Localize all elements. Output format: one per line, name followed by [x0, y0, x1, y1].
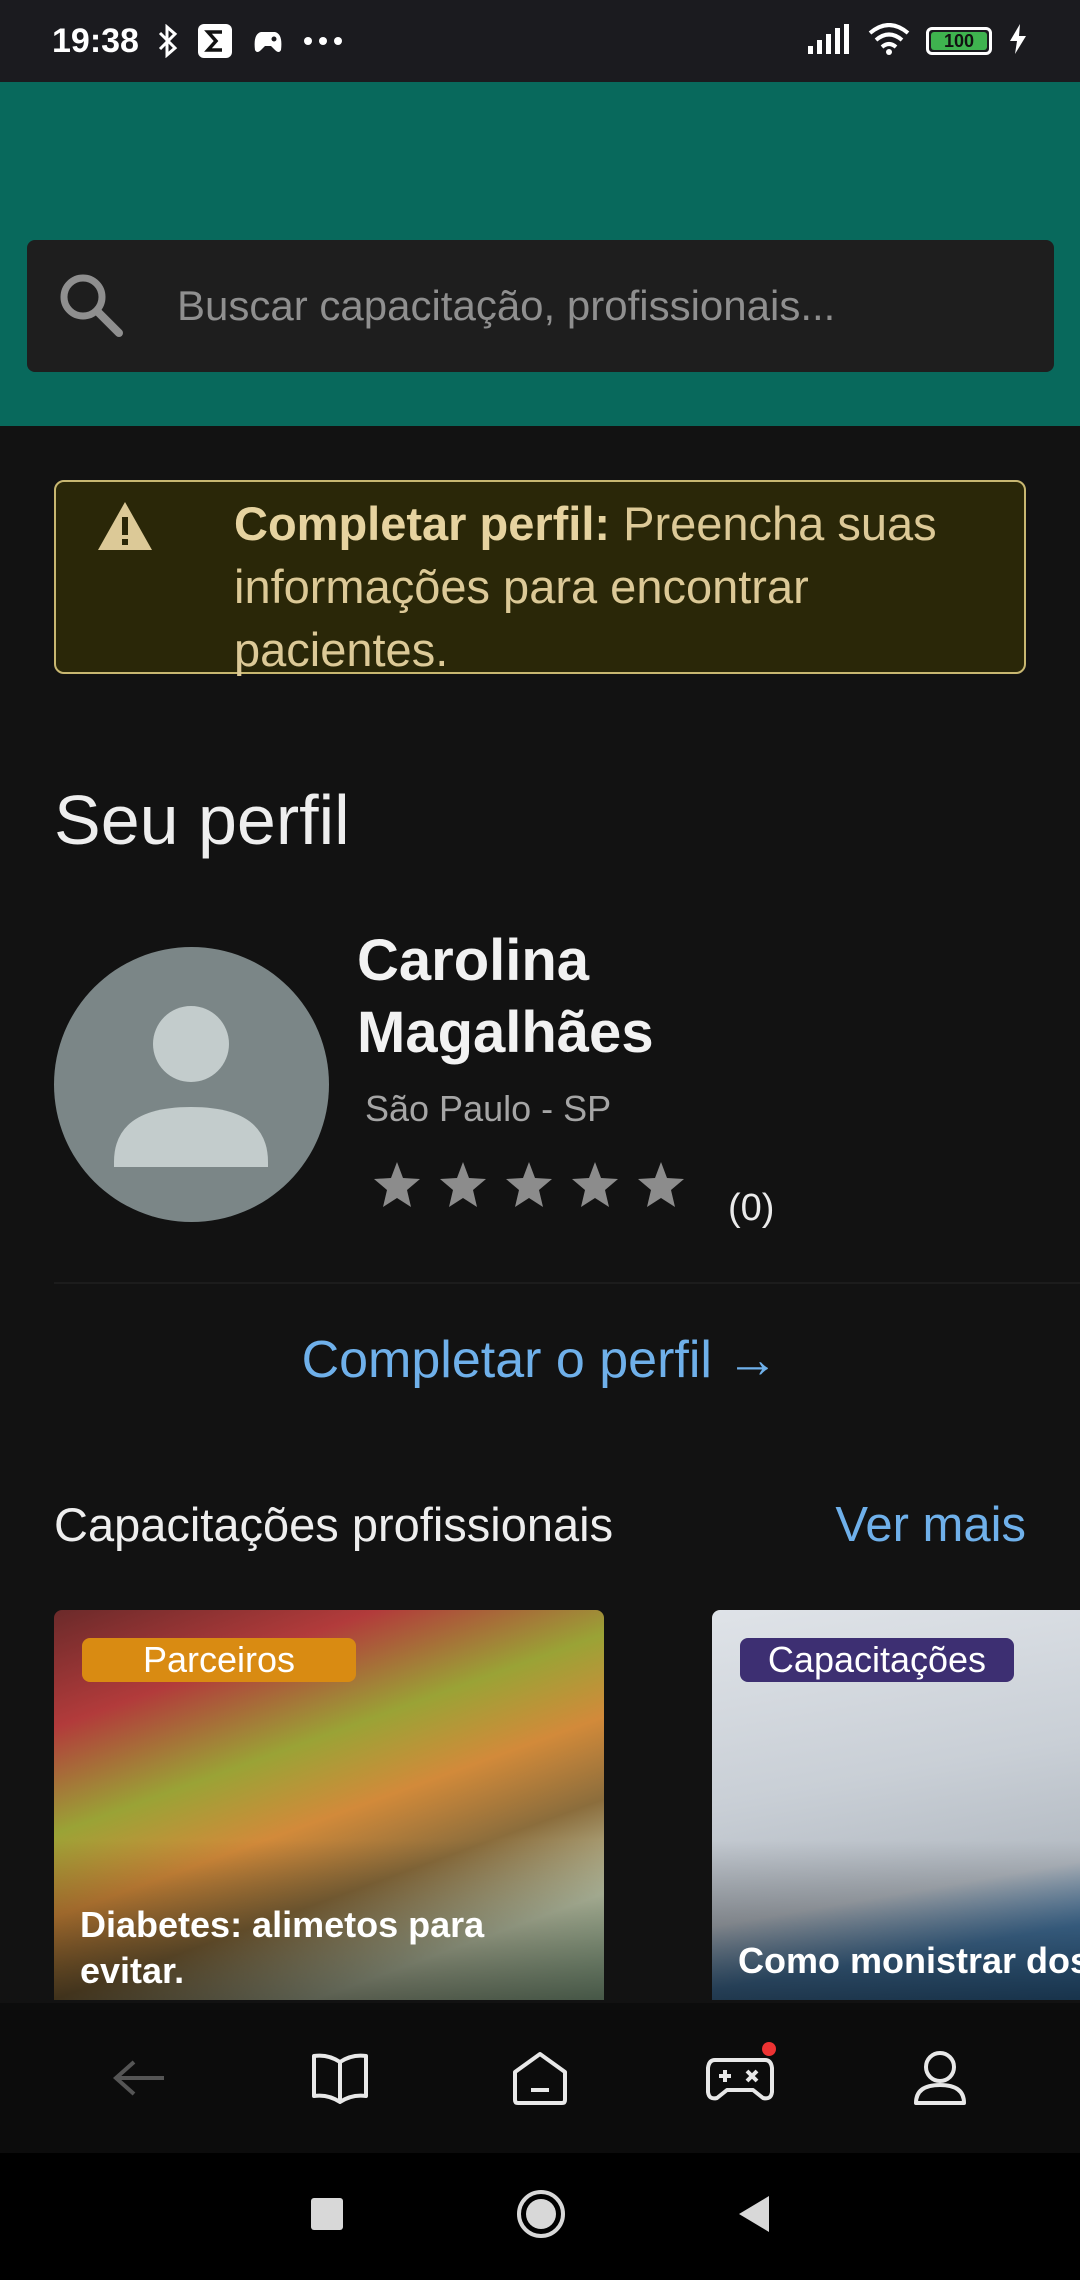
- nav-book[interactable]: [290, 2028, 390, 2128]
- status-bar: 19:38 100: [0, 0, 1080, 82]
- wifi-icon: [868, 22, 910, 60]
- training-card[interactable]: Capacitações Como monistrar dos: [712, 1610, 1080, 2000]
- nav-home[interactable]: [490, 2028, 590, 2128]
- status-time: 19:38: [52, 21, 139, 60]
- person-icon: [114, 1006, 268, 1167]
- nav-back[interactable]: [90, 2028, 190, 2128]
- home-icon: [513, 2052, 567, 2105]
- recent-apps-button[interactable]: [309, 2196, 345, 2237]
- see-more-link[interactable]: Ver mais: [835, 1497, 1026, 1553]
- battery-level: 100: [943, 30, 975, 51]
- divider: [54, 1282, 1080, 1284]
- star-icon: [506, 1162, 552, 1207]
- system-nav-bar: [0, 2153, 1080, 2280]
- training-card[interactable]: Parceiros Diabetes: alimetos para evitar…: [54, 1610, 604, 2000]
- more-icon: [303, 36, 343, 46]
- search-bar[interactable]: [27, 240, 1054, 372]
- home-button[interactable]: [515, 2188, 567, 2245]
- rating-stars: [372, 1160, 686, 1210]
- status-right-group: 100: [808, 22, 1028, 60]
- star-icon: [374, 1162, 420, 1207]
- game-controller-icon: [251, 26, 285, 56]
- back-arrow-icon: [112, 2060, 164, 2096]
- notification-dot: [762, 2042, 776, 2056]
- bottom-nav: [0, 2003, 1080, 2153]
- square-icon: [311, 2198, 343, 2230]
- profile-icon: [914, 2051, 966, 2105]
- card-caption: Diabetes: alimetos para evitar.: [80, 1904, 485, 1991]
- complete-profile-link[interactable]: Completar o perfil →: [0, 1330, 1080, 1390]
- triangle-back-icon: [739, 2196, 769, 2232]
- back-button[interactable]: [737, 2194, 771, 2239]
- avatar[interactable]: [54, 947, 329, 1222]
- warning-bold: Completar perfil:: [234, 497, 611, 550]
- battery-icon: 100: [926, 27, 992, 55]
- card-badge: Capacitações: [740, 1638, 1014, 1682]
- profile-name: Carolina Magalhães: [357, 928, 654, 1065]
- book-icon: [312, 2053, 368, 2104]
- search-icon[interactable]: [55, 269, 125, 344]
- app-screen: 19:38 100 Buscar capacitação, profission…: [0, 0, 1080, 2280]
- card-badge: Parceiros: [82, 1638, 356, 1682]
- profile-section-title: Seu perfil: [54, 781, 350, 859]
- sigma-app-icon: [197, 23, 233, 59]
- search-input[interactable]: [177, 282, 997, 330]
- star-icon: [440, 1162, 486, 1207]
- warning-text: Completar perfil: Preencha suas informaç…: [234, 492, 994, 681]
- signal-icon: [808, 23, 852, 59]
- circle-icon: [517, 2190, 565, 2238]
- trainings-section-title: Capacitações profissionais: [54, 1498, 614, 1551]
- star-icon: [572, 1162, 618, 1207]
- profile-location: São Paulo - SP: [365, 1088, 612, 1129]
- rating-count: (0): [728, 1187, 775, 1229]
- game-controller-icon: [706, 2058, 774, 2101]
- bluetooth-icon: [157, 24, 179, 58]
- warning-icon: [96, 500, 154, 557]
- complete-profile-warning[interactable]: Completar perfil: Preencha suas informaç…: [54, 480, 1026, 676]
- charging-icon: [1008, 23, 1028, 59]
- card-caption: Como monistrar dos: [738, 1940, 1080, 1981]
- app-header: [0, 82, 1080, 426]
- nav-games[interactable]: [690, 2028, 790, 2128]
- nav-profile[interactable]: [890, 2028, 990, 2128]
- star-icon: [638, 1162, 684, 1207]
